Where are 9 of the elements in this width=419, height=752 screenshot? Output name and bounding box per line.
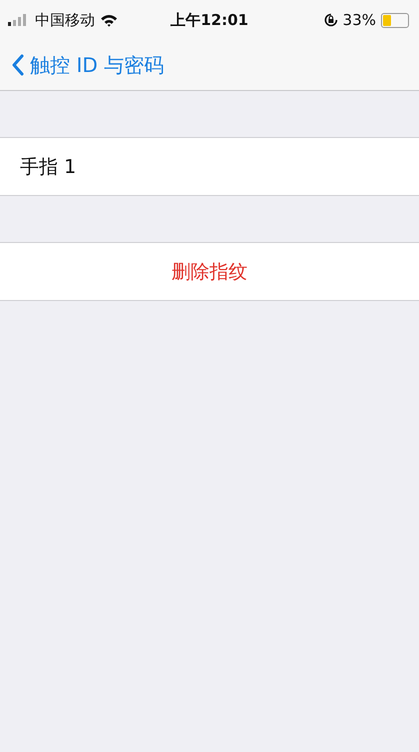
battery-icon xyxy=(381,12,409,28)
status-time: 上午12:01 xyxy=(170,10,248,30)
carrier-name: 中国移动 xyxy=(35,10,95,30)
back-chevron-icon xyxy=(12,54,24,76)
rotation-lock-icon xyxy=(324,13,338,27)
wifi-icon xyxy=(100,14,118,26)
battery-percent: 33% xyxy=(342,11,376,29)
finger-row[interactable]: 手指 1 xyxy=(0,138,419,195)
back-button[interactable]: 触控 ID 与密码 xyxy=(12,52,164,78)
